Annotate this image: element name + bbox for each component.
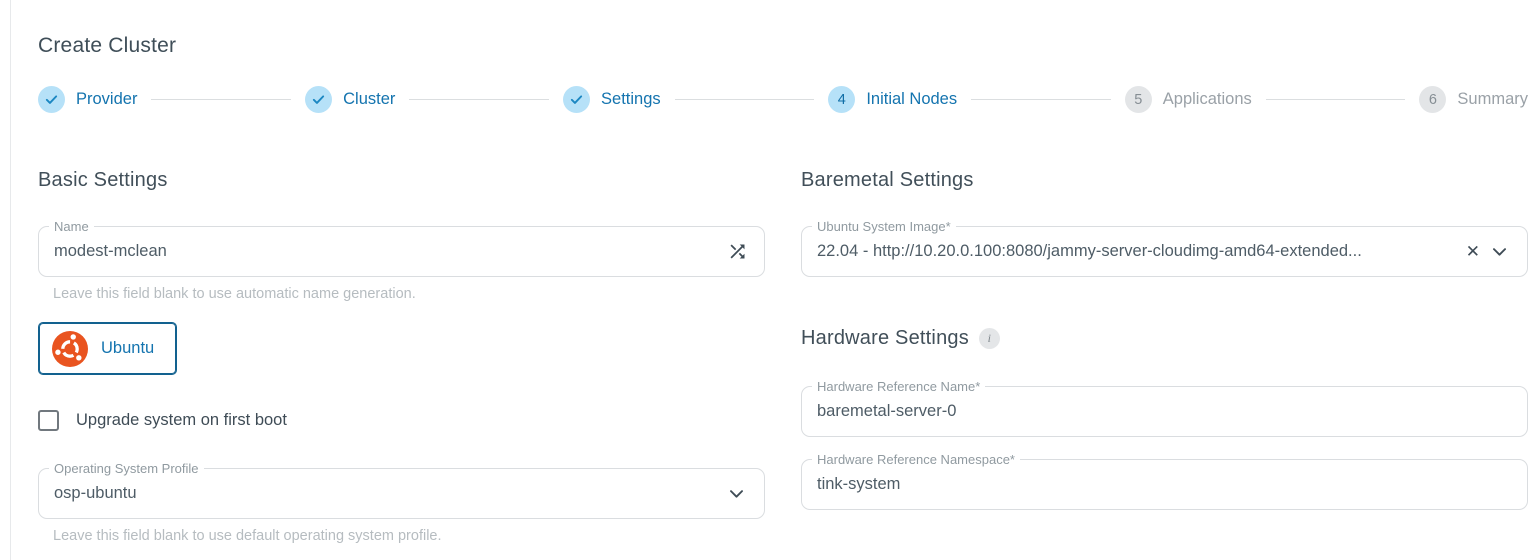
step-summary[interactable]: 6 Summary xyxy=(1419,86,1528,113)
step-cluster[interactable]: Cluster xyxy=(305,86,395,113)
basic-settings-section: Basic Settings Name Leave this field bla… xyxy=(38,169,765,544)
hardware-reference-name-input[interactable] xyxy=(817,402,1515,421)
create-cluster-page: Create Cluster Provider Cluster Settings… xyxy=(10,0,1536,560)
step-applications[interactable]: 5 Applications xyxy=(1125,86,1252,113)
hardware-settings-heading: Hardware Settings i xyxy=(801,327,1528,350)
hardware-settings-heading-text: Hardware Settings xyxy=(801,327,969,350)
name-field: Name xyxy=(38,226,765,277)
clear-selection-button[interactable]: ✕ xyxy=(1462,239,1484,264)
hardware-reference-namespace-label: Hardware Reference Namespace* xyxy=(812,452,1020,467)
os-button-label: Ubuntu xyxy=(101,339,154,358)
upgrade-checkbox[interactable] xyxy=(38,410,59,431)
step-check-icon xyxy=(305,86,332,113)
os-profile-select[interactable]: Operating System Profile osp-ubuntu xyxy=(38,468,765,519)
step-label: Applications xyxy=(1163,90,1252,109)
os-profile-helper-text: Leave this field blank to use default op… xyxy=(53,528,765,544)
step-check-icon xyxy=(38,86,65,113)
step-check-icon xyxy=(563,86,590,113)
name-helper-text: Leave this field blank to use automatic … xyxy=(53,286,765,302)
name-input[interactable] xyxy=(54,242,723,261)
step-connector xyxy=(409,99,549,100)
shuffle-icon xyxy=(727,241,748,262)
upgrade-checkbox-row[interactable]: Upgrade system on first boot xyxy=(38,410,287,431)
ubuntu-logo-icon xyxy=(52,331,88,367)
step-label: Cluster xyxy=(343,90,395,109)
hardware-reference-namespace-input[interactable] xyxy=(817,475,1515,494)
ubuntu-os-button[interactable]: Ubuntu xyxy=(38,322,177,375)
ubuntu-system-image-select[interactable]: Ubuntu System Image* 22.04 - http://10.2… xyxy=(801,226,1528,277)
step-provider[interactable]: Provider xyxy=(38,86,137,113)
baremetal-settings-heading: Baremetal Settings xyxy=(801,169,1528,192)
hardware-reference-namespace-field: Hardware Reference Namespace* xyxy=(801,459,1528,510)
ubuntu-system-image-label: Ubuntu System Image* xyxy=(812,219,956,234)
step-label: Initial Nodes xyxy=(866,90,957,109)
step-label: Settings xyxy=(601,90,661,109)
step-connector xyxy=(151,99,291,100)
step-settings[interactable]: Settings xyxy=(563,86,661,113)
step-label: Provider xyxy=(76,90,137,109)
chevron-down-icon[interactable] xyxy=(1484,238,1515,265)
upgrade-checkbox-label: Upgrade system on first boot xyxy=(76,411,287,430)
step-label: Summary xyxy=(1457,90,1528,109)
name-field-label: Name xyxy=(49,219,94,234)
ubuntu-system-image-value: 22.04 - http://10.20.0.100:8080/jammy-se… xyxy=(817,242,1462,261)
info-icon[interactable]: i xyxy=(979,328,1000,349)
baremetal-settings-section: Baremetal Settings Ubuntu System Image* … xyxy=(801,169,1528,544)
step-number: 4 xyxy=(828,86,855,113)
step-connector xyxy=(971,99,1111,100)
basic-settings-heading: Basic Settings xyxy=(38,169,765,192)
page-title: Create Cluster xyxy=(38,34,1528,58)
stepper: Provider Cluster Settings 4 Initial Node… xyxy=(38,86,1528,113)
hardware-reference-name-field: Hardware Reference Name* xyxy=(801,386,1528,437)
os-profile-value: osp-ubuntu xyxy=(54,484,721,503)
step-connector xyxy=(675,99,815,100)
step-number: 5 xyxy=(1125,86,1152,113)
step-connector xyxy=(1266,99,1406,100)
hardware-reference-name-label: Hardware Reference Name* xyxy=(812,379,985,394)
clear-icon: ✕ xyxy=(1466,243,1480,260)
os-profile-label: Operating System Profile xyxy=(49,461,204,476)
shuffle-name-button[interactable] xyxy=(723,237,752,266)
step-number: 6 xyxy=(1419,86,1446,113)
step-initial-nodes[interactable]: 4 Initial Nodes xyxy=(828,86,957,113)
chevron-down-icon[interactable] xyxy=(721,480,752,507)
